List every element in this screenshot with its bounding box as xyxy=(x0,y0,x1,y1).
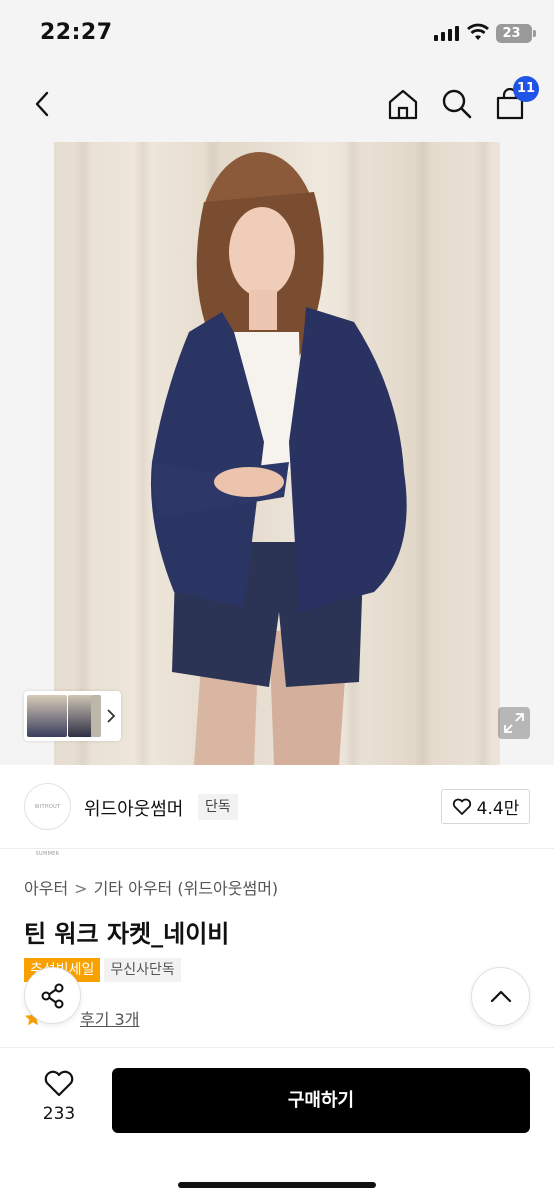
product-title: 틴 워크 자켓_네이비 xyxy=(24,920,230,948)
brand-name[interactable]: 위드아웃썸머 xyxy=(84,795,183,821)
review-link[interactable]: 후기 3개 xyxy=(80,1006,139,1030)
thumbnail-2[interactable] xyxy=(68,695,92,737)
promo-badge-exclusive: 무신사단독 xyxy=(104,958,181,982)
chevron-right-icon xyxy=(107,709,116,723)
clock: 22:27 xyxy=(40,20,113,45)
thumbnail-3[interactable] xyxy=(91,695,101,737)
fullscreen-button[interactable] xyxy=(498,707,530,739)
buy-button[interactable]: 구매하기 xyxy=(112,1068,530,1133)
bottom-action-bar: 233 구매하기 xyxy=(0,1047,554,1200)
search-icon[interactable] xyxy=(441,88,473,120)
cart-count-badge: 11 xyxy=(513,76,539,102)
wifi-icon xyxy=(467,23,489,40)
back-arrow-icon[interactable] xyxy=(32,90,52,118)
wishlist-count: 233 xyxy=(42,1104,76,1124)
share-icon xyxy=(41,983,64,1009)
product-photo[interactable] xyxy=(54,142,500,765)
wishlist-button[interactable]: 233 xyxy=(34,1070,84,1124)
product-image-area xyxy=(0,142,554,765)
brand-row: WITHOUT SUMMER 위드아웃썸머 단독 4.4만 xyxy=(0,765,554,857)
chevron-right-icon: > xyxy=(74,879,88,898)
thumbnail-strip[interactable] xyxy=(24,691,121,741)
battery-level: 23 xyxy=(502,26,521,41)
status-bar: 22:27 23 xyxy=(0,0,554,66)
exclusive-tag: 단독 xyxy=(198,794,238,820)
thumbnail-1[interactable] xyxy=(27,695,67,737)
brand-logo[interactable]: WITHOUT SUMMER xyxy=(24,783,71,857)
brand-like-button[interactable]: 4.4만 xyxy=(441,789,530,824)
brand-like-count: 4.4만 xyxy=(476,799,520,819)
heart-icon xyxy=(452,798,471,815)
cellular-signal-icon xyxy=(434,26,459,41)
battery-icon: 23 xyxy=(496,24,536,43)
share-button[interactable] xyxy=(24,967,81,1024)
breadcrumb-category[interactable]: 아우터 xyxy=(24,879,68,898)
cart-button[interactable]: 11 xyxy=(495,76,539,120)
breadcrumb-subcategory[interactable]: 기타 아우터 (위드아웃썸머) xyxy=(94,879,279,898)
home-icon[interactable] xyxy=(387,88,419,120)
expand-icon xyxy=(504,713,524,733)
chevron-up-icon xyxy=(490,990,512,1003)
scroll-top-button[interactable] xyxy=(471,967,530,1026)
heart-icon xyxy=(44,1070,74,1097)
top-nav: 11 xyxy=(0,66,554,142)
breadcrumb: 아우터 > 기타 아우터 (위드아웃썸머) xyxy=(24,875,278,899)
home-indicator xyxy=(178,1182,376,1188)
